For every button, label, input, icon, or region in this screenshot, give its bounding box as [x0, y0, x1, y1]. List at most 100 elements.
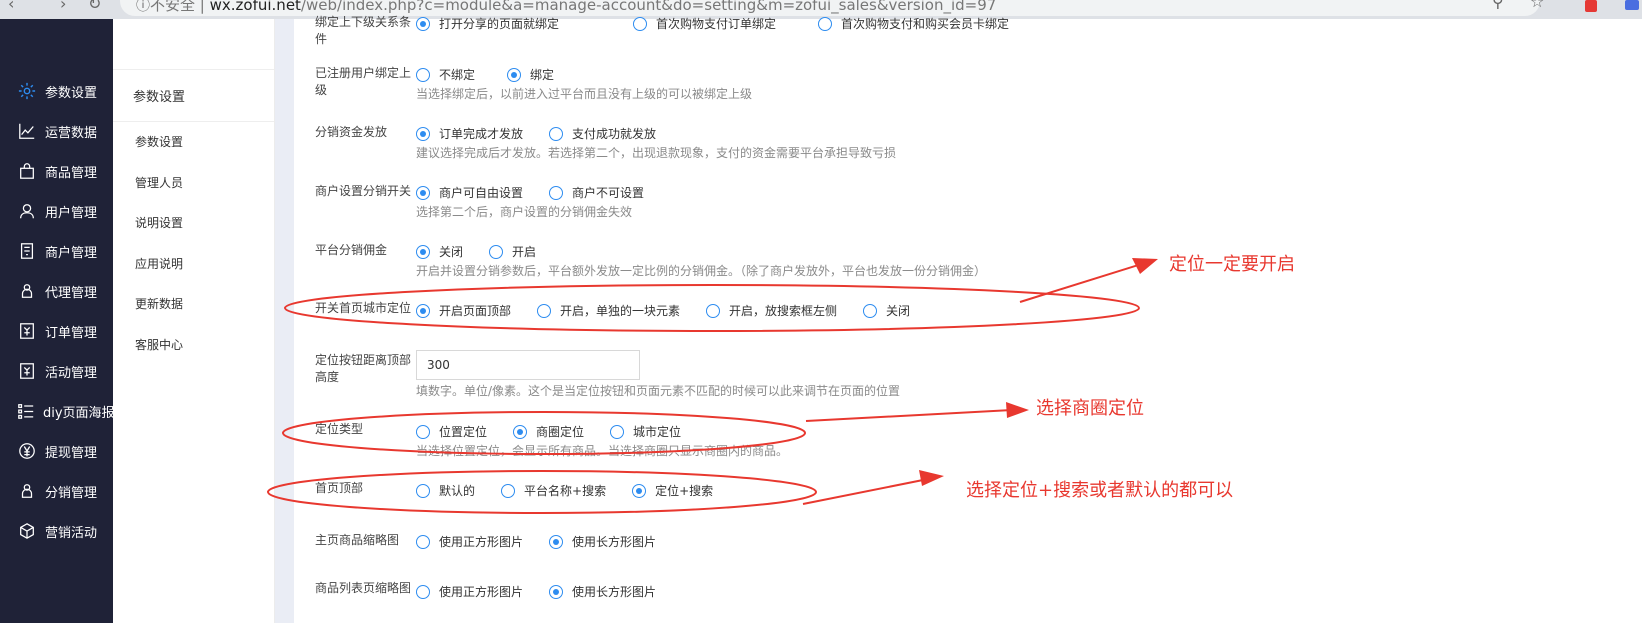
row-hint: 建议选择完成后才发放。若选择第二个，出现退款现象，支付的资金需要平台承担导致亏损 — [416, 146, 897, 160]
content-gutter — [275, 19, 294, 623]
reload-icon[interactable]: ↻ — [88, 0, 101, 13]
radio-option[interactable]: 定位+搜索 — [632, 482, 713, 499]
radio-option[interactable]: 商户不可设置 — [549, 184, 644, 201]
radio-option[interactable]: 关闭 — [416, 243, 463, 260]
radio-option[interactable]: 首次购物支付订单绑定 — [633, 15, 776, 32]
row-label: 定位类型 — [315, 422, 364, 436]
subnav-item-app-info[interactable]: 应用说明 — [135, 255, 183, 272]
sidebar-item-orders[interactable]: 订单管理 — [0, 311, 113, 351]
extension-icon-2[interactable] — [1625, 0, 1639, 10]
row-label: 商户设置分销开关 — [315, 184, 412, 198]
subnav-item-managers[interactable]: 管理人员 — [135, 174, 183, 191]
radio-option[interactable]: 绑定 — [507, 66, 554, 83]
sidebar-item-withdraw[interactable]: 提现管理 — [0, 431, 113, 471]
activity-icon — [17, 361, 37, 381]
sidebar-item-label: 商户管理 — [45, 245, 98, 261]
zoom-icon[interactable]: ⚲ — [1492, 0, 1504, 11]
url-text[interactable]: 不安全 | wx.zofui.net/web/index.php?c=modul… — [150, 0, 996, 15]
cube-icon — [17, 521, 37, 541]
sidebar-item-diy[interactable]: diy页面海报 — [0, 391, 113, 431]
sidebar-item-label: 运营数据 — [45, 125, 98, 141]
radio-option[interactable]: 城市定位 — [610, 423, 681, 440]
subnav-title: 参数设置 — [133, 90, 186, 105]
row-hint: 选择第二个后，商户设置的分销佣金失效 — [416, 205, 633, 219]
forward-icon[interactable]: › — [60, 0, 66, 13]
subnav-item-support[interactable]: 客服中心 — [135, 336, 183, 353]
home-thumbnail-radio-group: 使用正方形图片 使用长方形图片 — [416, 533, 682, 550]
radio-option[interactable]: 使用长方形图片 — [549, 583, 656, 600]
row-label: 商品列表页缩略图 — [315, 581, 412, 595]
extension-icon[interactable] — [1585, 0, 1597, 12]
row-label: 开关首页城市定位 — [315, 301, 412, 315]
gear-icon — [17, 81, 37, 101]
subnav-item-update[interactable]: 更新数据 — [135, 295, 183, 312]
row-label: 分销资金发放 — [315, 125, 388, 139]
back-icon[interactable]: ‹ — [8, 0, 14, 13]
sidebar-item-operations[interactable]: 运营数据 — [0, 111, 113, 151]
arrow-head — [919, 470, 944, 486]
sidebar-item-label: 营销活动 — [45, 525, 98, 541]
divider — [113, 121, 274, 122]
home-top-radio-group: 默认的 平台名称+搜索 定位+搜索 — [416, 482, 739, 499]
row-hint: 当选择位置定位，会显示所有商品。当选择商圈只显示商圈内的商品。 — [416, 444, 789, 458]
registered-bind-radio-group: 不绑定 绑定 — [416, 66, 580, 83]
annotation-arrow — [802, 478, 929, 505]
row-label: 定位按钮距离顶部高度 — [315, 353, 412, 384]
sidebar-item-activities[interactable]: 活动管理 — [0, 351, 113, 391]
row-label: 平台分销佣金 — [315, 243, 388, 257]
radio-option[interactable]: 不绑定 — [416, 66, 475, 83]
url-domain: wx.zofui.net — [209, 0, 301, 14]
merchant-switch-radio-group: 商户可自由设置 商户不可设置 — [416, 184, 670, 201]
radio-option[interactable]: 使用正方形图片 — [416, 533, 523, 550]
sidebar-item-label: 分销管理 — [45, 485, 98, 501]
radio-option[interactable]: 商圈定位 — [513, 423, 584, 440]
location-top-offset-input[interactable]: 300 — [416, 350, 640, 380]
radio-option[interactable]: 关闭 — [863, 302, 910, 319]
sidebar-item-label: 活动管理 — [45, 365, 98, 381]
radio-option[interactable]: 位置定位 — [416, 423, 487, 440]
sidebar-item-users[interactable]: 用户管理 — [0, 191, 113, 231]
radio-option[interactable]: 开启，放搜索框左侧 — [706, 302, 837, 319]
annotation-text: 选择商圈定位 — [1036, 398, 1144, 419]
annotation-text: 选择定位+搜索或者默认的都可以 — [966, 480, 1234, 501]
sidebar-item-label: diy页面海报 — [43, 405, 113, 421]
radio-option[interactable]: 使用正方形图片 — [416, 583, 523, 600]
bind-condition-radio-group: 打开分享的页面就绑定 首次购物支付订单绑定 首次购物支付和购买会员卡绑定 — [416, 15, 1035, 32]
sidebar-item-label: 商品管理 — [45, 165, 98, 181]
distribution-icon — [17, 481, 37, 501]
sidebar-item-agents[interactable]: 代理管理 — [0, 271, 113, 311]
radio-option[interactable]: 开启，单独的一块元素 — [537, 302, 680, 319]
subnav-item-params[interactable]: 参数设置 — [135, 133, 183, 150]
radio-option[interactable]: 开启页面顶部 — [416, 302, 511, 319]
sidebar-item-marketing[interactable]: 营销活动 — [0, 511, 113, 551]
annotation-text: 定位一定要开启 — [1169, 254, 1295, 275]
info-icon: ⓘ — [136, 0, 150, 14]
radio-option[interactable]: 使用长方形图片 — [549, 533, 656, 550]
subnav-item-instructions[interactable]: 说明设置 — [135, 214, 183, 231]
sidebar-item-distribution[interactable]: 分销管理 — [0, 471, 113, 511]
location-type-radio-group: 位置定位 商圈定位 城市定位 — [416, 423, 707, 440]
sidebar-item-merchants[interactable]: 商户管理 — [0, 231, 113, 271]
radio-option[interactable]: 支付成功就发放 — [549, 125, 656, 142]
radio-option[interactable]: 平台名称+搜索 — [501, 482, 606, 499]
bookmark-star-icon[interactable]: ☆ — [1530, 0, 1544, 11]
fund-release-radio-group: 订单完成才发放 支付成功就发放 — [416, 125, 682, 142]
agent-icon — [17, 281, 37, 301]
sidebar-item-label: 用户管理 — [45, 205, 98, 221]
bag-icon — [17, 161, 37, 181]
radio-option[interactable]: 商户可自由设置 — [416, 184, 523, 201]
radio-option[interactable]: 打开分享的页面就绑定 — [416, 15, 559, 32]
city-location-radio-group: 开启页面顶部 开启，单独的一块元素 开启，放搜索框左侧 关闭 — [416, 302, 936, 319]
radio-option[interactable]: 订单完成才发放 — [416, 125, 523, 142]
yen-icon — [17, 441, 37, 461]
sidebar-item-goods[interactable]: 商品管理 — [0, 151, 113, 191]
sidebar-item-params[interactable]: 参数设置 — [0, 71, 113, 111]
sidebar-item-label: 提现管理 — [45, 445, 98, 461]
row-label: 已注册用户绑定上级 — [315, 66, 412, 97]
radio-option[interactable]: 开启 — [489, 243, 536, 260]
radio-option[interactable]: 默认的 — [416, 482, 475, 499]
url-security-label: 不安全 — [150, 0, 196, 14]
radio-option[interactable]: 首次购物支付和购买会员卡绑定 — [818, 15, 1009, 32]
arrow-head — [1006, 402, 1029, 418]
row-hint: 当选择绑定后，以前进入过平台而且没有上级的可以被绑定上级 — [416, 87, 753, 101]
